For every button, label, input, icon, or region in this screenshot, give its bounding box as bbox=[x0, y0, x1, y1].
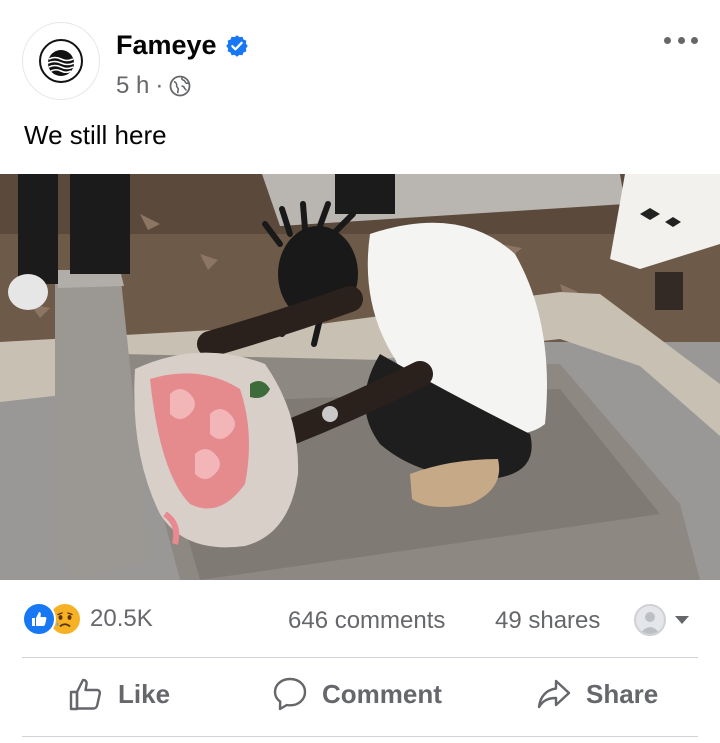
viewer-avatar bbox=[634, 604, 666, 636]
post-author[interactable]: Fameye bbox=[116, 30, 249, 61]
comment-label: Comment bbox=[322, 678, 442, 709]
like-button[interactable]: Like bbox=[68, 676, 170, 712]
grave-photo-image bbox=[0, 174, 720, 580]
post-actions: Like Comment Share bbox=[0, 670, 720, 726]
globe-icon bbox=[169, 75, 191, 97]
post-meta: 5 h · bbox=[116, 72, 191, 100]
more-options-icon bbox=[664, 36, 671, 44]
verified-badge-icon bbox=[225, 34, 248, 57]
post-time[interactable]: 5 h bbox=[116, 72, 149, 100]
reaction-identity-selector[interactable] bbox=[634, 604, 690, 636]
post-photo[interactable] bbox=[0, 174, 720, 580]
caret-down-icon bbox=[675, 616, 689, 624]
stats-divider bbox=[22, 657, 698, 658]
speech-bubble-icon bbox=[273, 677, 307, 711]
actions-divider bbox=[22, 736, 698, 737]
share-button[interactable]: Share bbox=[536, 676, 658, 712]
more-options-icon bbox=[677, 36, 685, 44]
more-options-button[interactable] bbox=[664, 30, 698, 50]
page-avatar[interactable] bbox=[22, 22, 100, 100]
author-name[interactable]: Fameye bbox=[116, 30, 217, 61]
thumbs-up-icon bbox=[69, 678, 102, 711]
comments-count-link[interactable]: 646 comments bbox=[288, 607, 445, 635]
shares-count-link[interactable]: 49 shares bbox=[495, 607, 600, 635]
page-logo bbox=[39, 39, 83, 83]
post-header: Fameye 5 h · bbox=[0, 0, 720, 112]
thumbs-up-reaction-icon bbox=[22, 602, 56, 636]
reactions-summary[interactable]: 20.5K bbox=[22, 602, 153, 636]
share-arrow-icon bbox=[537, 679, 571, 709]
share-label: Share bbox=[586, 678, 659, 709]
reaction-count[interactable]: 20.5K bbox=[90, 605, 153, 633]
post-caption: We still here bbox=[24, 120, 167, 150]
more-options-icon bbox=[691, 36, 698, 44]
like-label: Like bbox=[118, 678, 171, 709]
comment-button[interactable]: Comment bbox=[272, 676, 442, 712]
post-stats: 20.5K 646 comments 49 shares bbox=[0, 598, 720, 644]
meta-separator: · bbox=[155, 72, 164, 99]
